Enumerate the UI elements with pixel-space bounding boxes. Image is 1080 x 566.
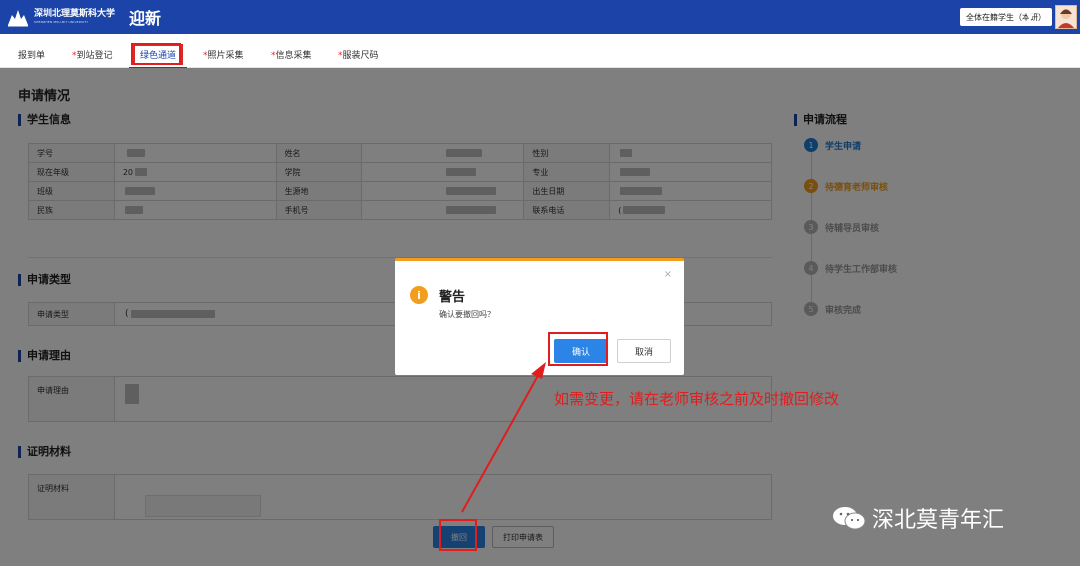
watermark: 深北莫青年汇 [832,502,1004,534]
wechat-icon [832,506,866,530]
annotation-text: 如需变更，请在老师审核之前及时撤回修改 [554,390,840,408]
watermark-text: 深北莫青年汇 [872,508,1005,533]
annotation-arrow-icon [461,362,546,513]
